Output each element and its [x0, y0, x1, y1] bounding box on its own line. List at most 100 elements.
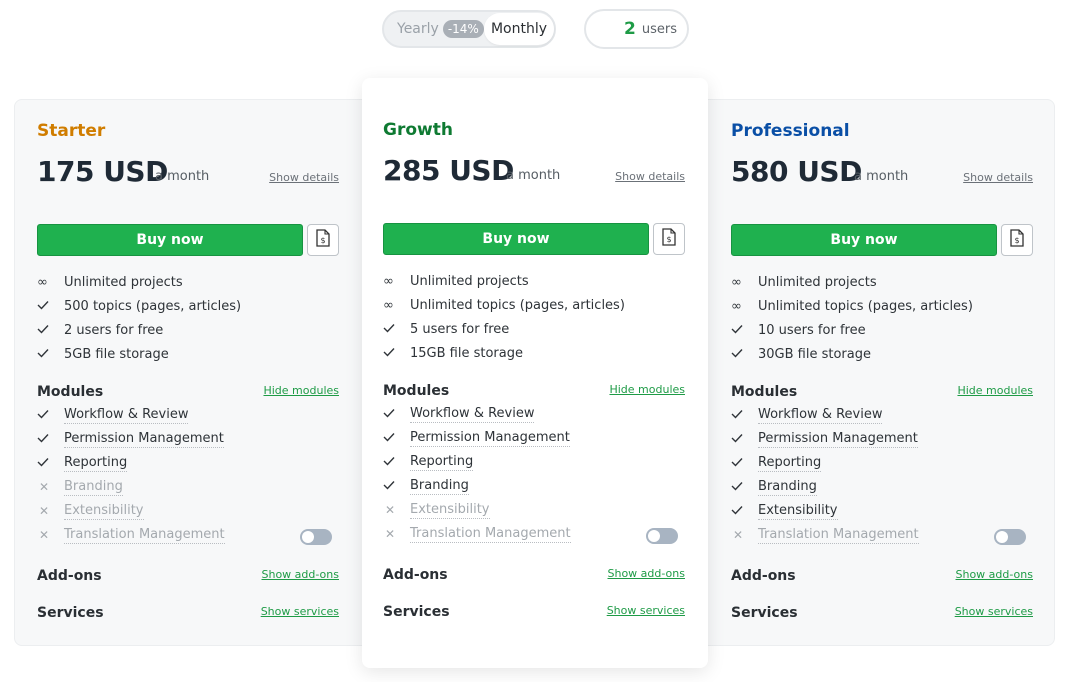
module-list: Workflow & Review Permission Management Re… — [37, 403, 339, 547]
yearly-label: Yearly — [397, 21, 439, 37]
plan-name: Starter — [37, 121, 106, 141]
show-details-link[interactable]: Show details — [615, 170, 685, 183]
cross-icon: ✕ — [39, 480, 50, 494]
check-icon — [383, 322, 410, 337]
feature-item: ∞ Unlimited projects — [731, 270, 1033, 294]
module-text: Branding — [410, 477, 469, 495]
svg-text:$: $ — [1014, 236, 1019, 245]
module-list: Workflow & Review Permission Management Re… — [731, 403, 1033, 547]
plan-name: Growth — [383, 120, 453, 140]
svg-text:$: $ — [320, 236, 325, 245]
check-icon — [731, 456, 758, 471]
services-title: Services — [731, 605, 798, 621]
feature-item: 10 users for free — [731, 318, 1033, 342]
invoice-button[interactable]: $ — [307, 224, 339, 256]
translation-toggle-switch[interactable] — [300, 529, 332, 545]
feature-text: Unlimited topics (pages, articles) — [758, 298, 973, 314]
feature-text: 2 users for free — [64, 322, 164, 338]
module-item: ✕ Extensibility — [37, 499, 339, 523]
buy-now-button[interactable]: Buy now — [383, 223, 649, 255]
check-icon — [37, 347, 64, 362]
module-text: Reporting — [758, 454, 822, 472]
plan-price: 580 USD — [731, 155, 862, 188]
feature-text: Unlimited projects — [758, 274, 877, 290]
module-item: Workflow & Review — [37, 403, 339, 427]
plan-name: Professional — [731, 121, 850, 141]
show-services-link[interactable]: Show services — [955, 605, 1033, 618]
module-text: Reporting — [410, 453, 474, 471]
addons-title: Add-ons — [37, 568, 102, 584]
feature-text: 5 users for free — [410, 321, 510, 337]
feature-text: Unlimited topics (pages, articles) — [410, 297, 625, 313]
cross-icon: ✕ — [385, 503, 396, 517]
module-item: ✕ Translation Management — [731, 523, 1033, 547]
price-row: 580 USD a month Show details — [731, 154, 1033, 188]
services-header: Services Show services — [383, 600, 685, 620]
hide-modules-link[interactable]: Hide modules — [263, 384, 339, 397]
feature-text: 15GB file storage — [410, 345, 523, 361]
module-item: Branding — [383, 474, 685, 498]
module-item: ✕ Branding — [37, 475, 339, 499]
feature-text: Unlimited projects — [64, 274, 183, 290]
buy-now-button[interactable]: Buy now — [731, 224, 997, 256]
switch-knob — [302, 531, 314, 543]
price-period: a month — [506, 168, 561, 183]
users-selector[interactable]: 2 users — [584, 9, 689, 49]
monthly-option[interactable]: Monthly — [484, 13, 554, 45]
services-header: Services Show services — [37, 601, 339, 621]
addons-title: Add-ons — [731, 568, 796, 584]
show-services-link[interactable]: Show services — [261, 605, 339, 618]
show-details-link[interactable]: Show details — [963, 171, 1033, 184]
module-item: Reporting — [37, 451, 339, 475]
infinity-icon: ∞ — [383, 297, 394, 313]
module-list: Workflow & Review Permission Management Re… — [383, 402, 685, 546]
show-services-link[interactable]: Show services — [607, 604, 685, 617]
addons-title: Add-ons — [383, 567, 448, 583]
feature-text: 30GB file storage — [758, 346, 871, 362]
feature-list: ∞ Unlimited projects ∞ Unlimited topics (pa… — [731, 270, 1033, 366]
cross-icon: ✕ — [385, 527, 396, 541]
check-icon — [731, 323, 758, 338]
module-item: Workflow & Review — [383, 402, 685, 426]
check-icon — [731, 504, 758, 519]
check-icon — [383, 407, 410, 422]
feature-item: ∞ Unlimited projects — [37, 270, 339, 294]
show-addons-link[interactable]: Show add-ons — [262, 568, 340, 581]
check-icon — [731, 408, 758, 423]
feature-item: 30GB file storage — [731, 342, 1033, 366]
module-text: Translation Management — [758, 526, 919, 544]
module-item: ✕ Translation Management — [37, 523, 339, 547]
addons-header: Add-ons Show add-ons — [37, 564, 339, 584]
module-text: Permission Management — [410, 429, 570, 447]
check-icon — [37, 408, 64, 423]
feature-item: 15GB file storage — [383, 341, 685, 365]
hide-modules-link[interactable]: Hide modules — [609, 383, 685, 396]
module-text: Branding — [64, 478, 123, 496]
modules-title: Modules — [37, 384, 104, 400]
buy-now-button[interactable]: Buy now — [37, 224, 303, 256]
translation-toggle-switch[interactable] — [994, 529, 1026, 545]
yearly-option[interactable]: Yearly -14% — [386, 13, 484, 45]
show-addons-link[interactable]: Show add-ons — [608, 567, 686, 580]
show-details-link[interactable]: Show details — [269, 171, 339, 184]
translation-toggle-switch[interactable] — [646, 528, 678, 544]
modules-title: Modules — [731, 384, 798, 400]
check-icon — [383, 431, 410, 446]
svg-text:$: $ — [666, 235, 671, 244]
module-item: Workflow & Review — [731, 403, 1033, 427]
invoice-button[interactable]: $ — [1001, 224, 1033, 256]
hide-modules-link[interactable]: Hide modules — [957, 384, 1033, 397]
switch-knob — [996, 531, 1008, 543]
invoice-button[interactable]: $ — [653, 223, 685, 255]
cross-icon: ✕ — [733, 528, 744, 542]
feature-item: ∞ Unlimited projects — [383, 269, 685, 293]
module-text: Extensibility — [410, 501, 490, 519]
module-item: Permission Management — [383, 426, 685, 450]
show-addons-link[interactable]: Show add-ons — [956, 568, 1034, 581]
infinity-icon: ∞ — [383, 273, 394, 289]
plan-price: 285 USD — [383, 154, 514, 187]
modules-header: Modules Hide modules — [383, 379, 685, 399]
invoice-dollar-icon: $ — [316, 229, 330, 251]
infinity-icon: ∞ — [731, 274, 742, 290]
price-period: a month — [854, 169, 909, 184]
